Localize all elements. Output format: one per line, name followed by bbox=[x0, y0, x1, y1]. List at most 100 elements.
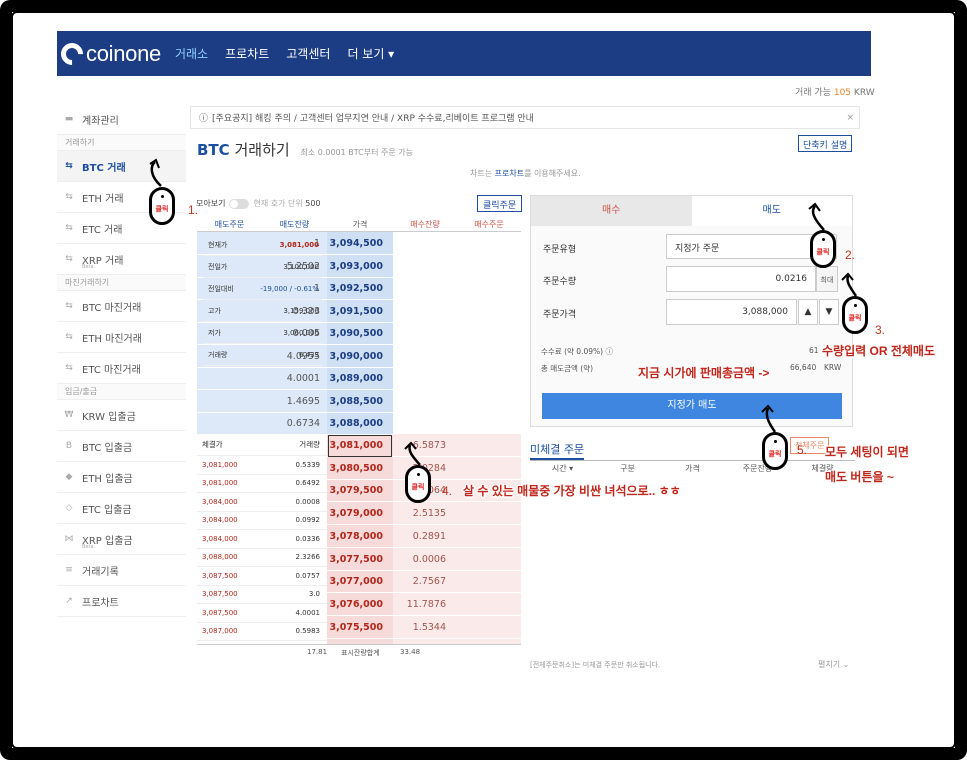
sidebar-item[interactable]: ⇆ ETC 마진거래 bbox=[57, 353, 186, 384]
sidebar-item-label: ETC 입출금 bbox=[82, 504, 132, 516]
sidebar-item[interactable]: ▬ 계좌관리 bbox=[57, 104, 186, 135]
bid-price[interactable]: 3,080,500 bbox=[327, 463, 384, 474]
bid-price[interactable]: 3,079,000 bbox=[327, 508, 384, 519]
callout-price: 살 수 있는 매물중 가장 비싼 녀석으로.. ㅎㅎ bbox=[463, 484, 681, 498]
row-divider bbox=[327, 637, 521, 639]
ask-price[interactable]: 3,089,000 bbox=[327, 373, 384, 384]
coinone-logo[interactable]: coinone bbox=[56, 37, 161, 70]
ask-price[interactable]: 3,093,000 bbox=[327, 261, 384, 272]
shortcut-help-button[interactable]: 단축키 설명 bbox=[798, 135, 853, 152]
nav-item-2[interactable]: 고객센터 bbox=[286, 45, 330, 62]
trade-price: 3,084,000 bbox=[202, 534, 238, 543]
balance-label: 거래 가능 bbox=[795, 88, 831, 98]
expand-link[interactable]: 펼치기 ⌄ bbox=[818, 659, 849, 670]
unfilled-orders-title[interactable]: 미체결 주문 bbox=[530, 441, 585, 460]
sidebar-item[interactable]: ⇆ ETH 마진거래 bbox=[57, 322, 186, 353]
price-down-icon[interactable]: ▼ bbox=[819, 299, 839, 325]
ask-price[interactable]: 3,091,500 bbox=[327, 306, 384, 317]
trade-price: 3,087,500 bbox=[202, 590, 238, 599]
step-4-label: 4. bbox=[442, 484, 453, 498]
sidebar-item[interactable]: ↗ 프로차트 bbox=[57, 586, 186, 617]
market-info-value: -19,000 / -0.61% bbox=[260, 284, 319, 293]
market-info-value: 6,433 bbox=[298, 350, 319, 359]
ask-price[interactable]: 3,088,500 bbox=[327, 396, 384, 407]
page-title: BTC 거래하기 최소 0.0001 BTC부터 주문 가능 bbox=[197, 139, 413, 160]
sidebar-item[interactable]: ≡ 거래기록 bbox=[57, 555, 186, 586]
prochart-link[interactable]: 프로차트 bbox=[495, 169, 524, 178]
bid-price[interactable]: 3,077,500 bbox=[327, 554, 384, 565]
market-info-value: 3,159,000 bbox=[283, 306, 319, 315]
beta-badge: Beta bbox=[82, 263, 94, 270]
sidebar-item[interactable]: B BTC 입출금 bbox=[57, 431, 186, 462]
orderbook-footer: 17.81 표시잔량합계 33.48 bbox=[197, 644, 521, 658]
bid-price[interactable]: 3,079,500 bbox=[327, 485, 384, 496]
click-order-button[interactable]: 클릭주문 bbox=[477, 195, 523, 212]
trades-col-header: 거래량 bbox=[299, 440, 320, 449]
cancel-note: [전체주문취소]는 미체결 주문만 취소됩니다. bbox=[530, 661, 661, 669]
group-view-toggle[interactable]: 모아보기 현재 호가 단위 500 bbox=[196, 198, 321, 209]
main-nav: 거래소 프로차트 고객센터 더 보기 ▾ bbox=[175, 45, 411, 62]
info-icon: ⓘ bbox=[199, 114, 209, 124]
chevron-down-icon: ⌄ bbox=[842, 660, 850, 669]
tab-sell[interactable]: 매도 bbox=[691, 196, 852, 226]
ask-qty: 0.6734 bbox=[286, 418, 320, 429]
unfilled-col-header: 가격 bbox=[685, 464, 700, 473]
sidebar-item-label: ETC 마진거래 bbox=[82, 364, 141, 376]
price-up-icon[interactable]: ▲ bbox=[798, 299, 818, 325]
swap-icon: ⇆ bbox=[65, 254, 73, 264]
fee-value: 61 bbox=[809, 346, 819, 355]
cancel-all-button[interactable]: 전체주문 bbox=[790, 437, 830, 454]
total-row: 총 매도금액 (약) 66,640 KRW bbox=[541, 363, 841, 374]
sidebar-item[interactable]: ⇆ BTC 거래 bbox=[57, 151, 186, 182]
nav-item-3[interactable]: 더 보기 ▾ bbox=[347, 45, 394, 62]
row-divider bbox=[197, 389, 393, 390]
sidebar-category: 입금/출금 bbox=[57, 384, 186, 400]
nav-item-1[interactable]: 프로차트 bbox=[225, 45, 269, 62]
order-qty-input[interactable]: 0.0216 bbox=[666, 266, 816, 292]
notice-text[interactable]: [주요공지] 해킹 주의 / 고객센터 업무지연 안내 / XRP 수수료,리베… bbox=[212, 111, 534, 124]
mouse-click-icon: 클릭 bbox=[149, 187, 175, 225]
logo-text: coinone bbox=[86, 40, 161, 66]
fee-row: 수수료 (약 0.09%) ⓘ 61 bbox=[541, 346, 819, 357]
bid-price[interactable]: 3,076,000 bbox=[327, 599, 384, 610]
orderbook-col-header: 매도잔량 bbox=[279, 220, 310, 229]
click-label: 클릭 bbox=[816, 248, 830, 256]
max-button[interactable]: 최대 bbox=[816, 266, 838, 292]
ask-price[interactable]: 3,094,500 bbox=[327, 238, 384, 249]
orderbook-col-header: 매도주문 bbox=[214, 220, 245, 229]
unfilled-col-header[interactable]: 시간 ▾ bbox=[530, 463, 595, 474]
market-info-row: 고가 3,159,000 bbox=[203, 300, 322, 322]
trade-row: 3,081,000 0.6492 bbox=[197, 475, 327, 493]
sidebar-item[interactable]: ◆ ETH 입출금 bbox=[57, 462, 186, 493]
sidebar-item[interactable]: ⇆ XRP 거래 Beta bbox=[57, 244, 186, 275]
bid-qty: 6.5873 bbox=[412, 440, 446, 451]
nav-item-0[interactable]: 거래소 bbox=[175, 45, 208, 62]
market-info-row: 저가 3,060,000 bbox=[203, 322, 322, 344]
ask-price[interactable]: 3,092,500 bbox=[327, 283, 384, 294]
market-info: 현재가 3,081,000 전일가 3,100,000 전일대비 -19,000 / -0… bbox=[203, 234, 322, 366]
trade-row: 3,084,000 0.0008 bbox=[197, 493, 327, 512]
folder-icon: ▬ bbox=[64, 114, 74, 124]
ask-price[interactable]: 3,090,500 bbox=[327, 328, 384, 339]
limit-sell-button[interactable]: 지정가 매도 bbox=[542, 393, 842, 419]
market-info-row: 현재가 3,081,000 bbox=[203, 234, 322, 256]
toggle-switch[interactable] bbox=[229, 198, 250, 209]
chart-message-pre: 차트는 bbox=[470, 169, 495, 178]
tab-buy[interactable]: 매수 bbox=[531, 196, 692, 226]
bid-price[interactable]: 3,075,500 bbox=[327, 622, 384, 633]
ask-price[interactable]: 3,090,000 bbox=[327, 351, 384, 362]
ask-qty: 1.4695 bbox=[286, 395, 320, 407]
notice-bar[interactable]: ⓘ [주요공지] 해킹 주의 / 고객센터 업무지연 안내 / XRP 수수료,… bbox=[190, 106, 860, 129]
bid-price[interactable]: 3,077,000 bbox=[327, 576, 384, 587]
sidebar-item[interactable]: ⇆ BTC 마진거래 bbox=[57, 291, 186, 322]
mouse-click-icon: 클릭 bbox=[762, 432, 788, 470]
sidebar-item-label: ETH 입출금 bbox=[82, 473, 133, 485]
ask-price[interactable]: 3,088,000 bbox=[327, 418, 384, 429]
order-price-input[interactable]: 3,088,000 bbox=[666, 299, 797, 325]
sidebar-item[interactable]: ₩ KRW 입출금 bbox=[57, 400, 186, 431]
sidebar-item[interactable]: ⋈ XRP 입출금 Beta bbox=[57, 524, 186, 555]
chart-icon: ↗ bbox=[65, 596, 73, 606]
sidebar-item[interactable]: ◇ ETC 입출금 bbox=[57, 493, 186, 524]
bid-price[interactable]: 3,078,000 bbox=[327, 531, 384, 542]
close-icon[interactable]: × bbox=[846, 113, 854, 123]
